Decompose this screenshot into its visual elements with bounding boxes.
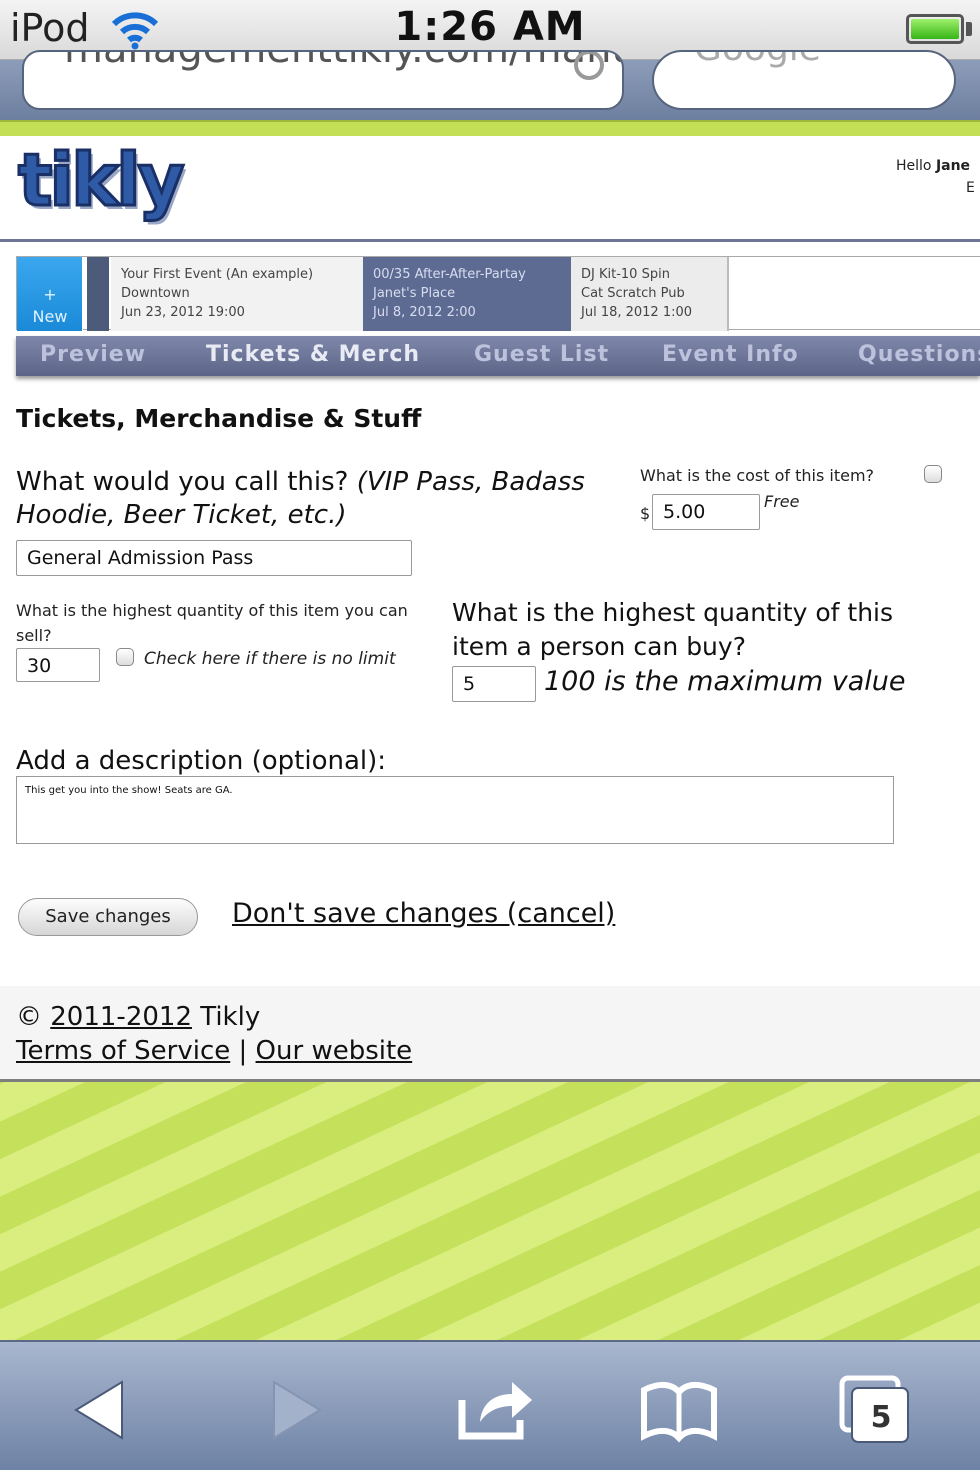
top-green-stripe xyxy=(0,120,980,136)
event-title: 00/35 After-After-Partay xyxy=(373,267,526,282)
battery-icon xyxy=(906,14,964,44)
event-venue: Janet's Place xyxy=(373,286,456,301)
event-venue: Downtown xyxy=(121,286,190,301)
event-date: Jul 18, 2012 1:00 xyxy=(581,305,693,320)
event-selector: + New Your First Event (An example) Down… xyxy=(16,256,980,331)
buy-quantity-input[interactable]: 5 xyxy=(452,666,536,702)
back-icon[interactable] xyxy=(56,1370,146,1450)
event-item[interactable]: DJ Kit-10 Spin Cat Scratch Pub Jul 18, 2… xyxy=(571,257,729,331)
greeting: Hello Jane xyxy=(896,158,970,174)
event-date: Jul 8, 2012 2:00 xyxy=(373,305,476,320)
tab-tickets-merch[interactable]: Tickets & Merch xyxy=(206,342,420,367)
browser-toolbar: 5 xyxy=(0,1340,980,1470)
greeting-label: Hello xyxy=(896,158,936,174)
item-name-input[interactable]: General Admission Pass xyxy=(16,540,412,576)
reload-icon[interactable] xyxy=(574,52,604,80)
forward-icon[interactable] xyxy=(250,1370,340,1450)
new-event-button[interactable]: + New xyxy=(17,257,83,331)
sell-quantity-question: What is the highest quantity of this ite… xyxy=(16,601,408,645)
copyright: © 2011-2012 Tikly xyxy=(16,1002,260,1032)
event-scroll-handle[interactable] xyxy=(87,257,109,331)
search-placeholder: Google xyxy=(694,52,821,69)
cancel-link[interactable]: Don't save changes (cancel) xyxy=(232,898,615,929)
background-stripes xyxy=(0,1082,980,1340)
share-icon[interactable] xyxy=(450,1370,540,1450)
page-title: Tickets, Merchandise & Stuff xyxy=(16,404,422,433)
account-link-partial[interactable]: E xyxy=(966,180,975,196)
user-name[interactable]: Jane xyxy=(936,158,970,174)
currency-symbol: $ xyxy=(640,504,651,523)
terms-link[interactable]: Terms of Service xyxy=(16,1036,230,1066)
website-link[interactable]: Our website xyxy=(256,1036,413,1066)
url-text: managementtikly.com/manum xyxy=(64,52,622,72)
sell-quantity-input[interactable]: 30 xyxy=(16,648,100,682)
footer-links: Terms of Service | Our website xyxy=(16,1036,412,1066)
tab-event-info[interactable]: Event Info xyxy=(662,342,799,367)
event-date: Jun 23, 2012 19:00 xyxy=(121,305,245,320)
footer: © 2011-2012 Tikly Terms of Service | Our… xyxy=(0,986,980,1082)
description-textarea[interactable]: This get you into the show! Seats are GA… xyxy=(16,776,894,844)
event-venue: Cat Scratch Pub xyxy=(581,286,685,301)
plus-icon: + xyxy=(43,285,57,304)
no-limit-label: Check here if there is no limit xyxy=(144,649,396,669)
copyright-years-link[interactable]: 2011-2012 xyxy=(50,1002,192,1032)
search-field[interactable]: Google xyxy=(652,50,956,110)
browser-address-bar: managementtikly.com/manum Google xyxy=(0,50,980,120)
cost-input[interactable]: 5.00 xyxy=(652,494,760,530)
max-value-note: 100 is the maximum value xyxy=(544,666,906,697)
site-header: tikly Hello Jane E xyxy=(0,136,980,242)
event-title: Your First Event (An example) xyxy=(121,267,314,282)
tikly-logo[interactable]: tikly xyxy=(17,137,187,224)
tab-guest-list[interactable]: Guest List xyxy=(474,342,609,367)
battery-nub xyxy=(966,22,972,36)
cost-question: What is the cost of this item? xyxy=(640,466,875,485)
save-button[interactable]: Save changes xyxy=(18,898,198,936)
tab-questions[interactable]: Questions xyxy=(858,342,980,367)
tab-preview[interactable]: Preview xyxy=(40,342,146,367)
event-nav: Preview Tickets & Merch Guest List Event… xyxy=(16,336,980,376)
copyright-symbol: © xyxy=(16,1002,42,1032)
brand-name: Tikly xyxy=(200,1002,261,1032)
bookmarks-icon[interactable] xyxy=(634,1370,724,1450)
name-question: What would you call this? (VIP Pass, Bad… xyxy=(16,466,628,532)
link-separator: | xyxy=(238,1036,248,1066)
tabs-count: 5 xyxy=(870,1400,892,1435)
event-item[interactable]: Your First Event (An example) Downtown J… xyxy=(111,257,363,331)
event-item-selected[interactable]: 00/35 After-After-Partay Janet's Place J… xyxy=(363,257,571,331)
description-question: Add a description (optional): xyxy=(16,746,387,776)
no-limit-checkbox[interactable] xyxy=(116,648,134,666)
event-title: DJ Kit-10 Spin xyxy=(581,267,670,282)
new-event-label: New xyxy=(32,307,68,326)
buy-quantity-question: What is the highest quantity of this ite… xyxy=(452,598,894,661)
free-label: Free xyxy=(764,492,800,511)
url-field[interactable]: managementtikly.com/manum xyxy=(22,50,624,110)
name-question-text: What would you call this? xyxy=(16,467,357,497)
free-checkbox[interactable] xyxy=(924,465,942,483)
clock: 1:26 AM xyxy=(394,4,586,50)
